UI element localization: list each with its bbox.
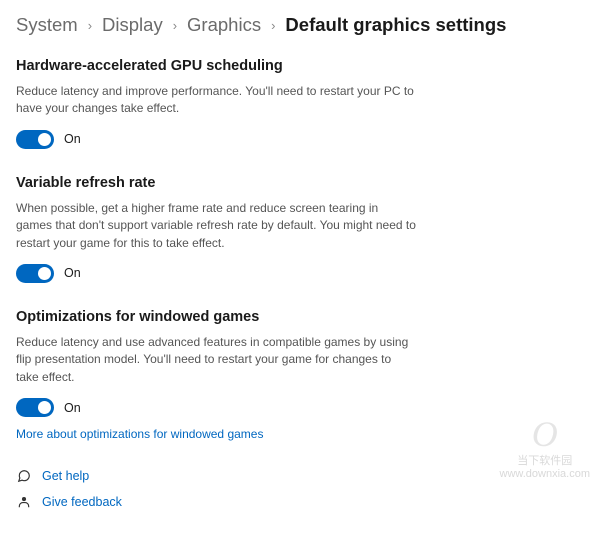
chevron-right-icon: › <box>88 18 92 33</box>
toggle-row: On <box>16 130 584 149</box>
feedback-icon <box>16 495 32 509</box>
section-description: Reduce latency and improve performance. … <box>16 83 416 118</box>
breadcrumb-graphics[interactable]: Graphics <box>187 14 261 36</box>
breadcrumb-display[interactable]: Display <box>102 14 163 36</box>
toggle-state-label: On <box>64 132 81 146</box>
footer-link-label: Get help <box>42 469 89 483</box>
toggle-row: On <box>16 398 584 417</box>
section-description: When possible, get a higher frame rate a… <box>16 200 416 252</box>
help-icon <box>16 469 32 483</box>
windowed-optimizations-toggle[interactable] <box>16 398 54 417</box>
breadcrumb-system[interactable]: System <box>16 14 78 36</box>
section-variable-refresh: Variable refresh rate When possible, get… <box>16 175 584 283</box>
section-description: Reduce latency and use advanced features… <box>16 334 416 386</box>
section-title: Optimizations for windowed games <box>16 309 584 325</box>
section-title: Hardware-accelerated GPU scheduling <box>16 58 584 74</box>
toggle-row: On <box>16 264 584 283</box>
toggle-state-label: On <box>64 266 81 280</box>
chevron-right-icon: › <box>271 18 275 33</box>
give-feedback-link[interactable]: Give feedback <box>16 495 584 509</box>
section-windowed-optimizations: Optimizations for windowed games Reduce … <box>16 309 584 443</box>
chevron-right-icon: › <box>173 18 177 33</box>
more-about-link[interactable]: More about optimizations for windowed ga… <box>16 427 263 441</box>
section-title: Variable refresh rate <box>16 175 584 191</box>
gpu-scheduling-toggle[interactable] <box>16 130 54 149</box>
breadcrumb-current: Default graphics settings <box>285 14 506 36</box>
footer-link-label: Give feedback <box>42 495 122 509</box>
footer-links: Get help Give feedback <box>16 469 584 509</box>
variable-refresh-toggle[interactable] <box>16 264 54 283</box>
breadcrumb: System › Display › Graphics › Default gr… <box>16 14 584 36</box>
toggle-state-label: On <box>64 401 81 415</box>
section-gpu-scheduling: Hardware-accelerated GPU scheduling Redu… <box>16 58 584 149</box>
get-help-link[interactable]: Get help <box>16 469 584 483</box>
